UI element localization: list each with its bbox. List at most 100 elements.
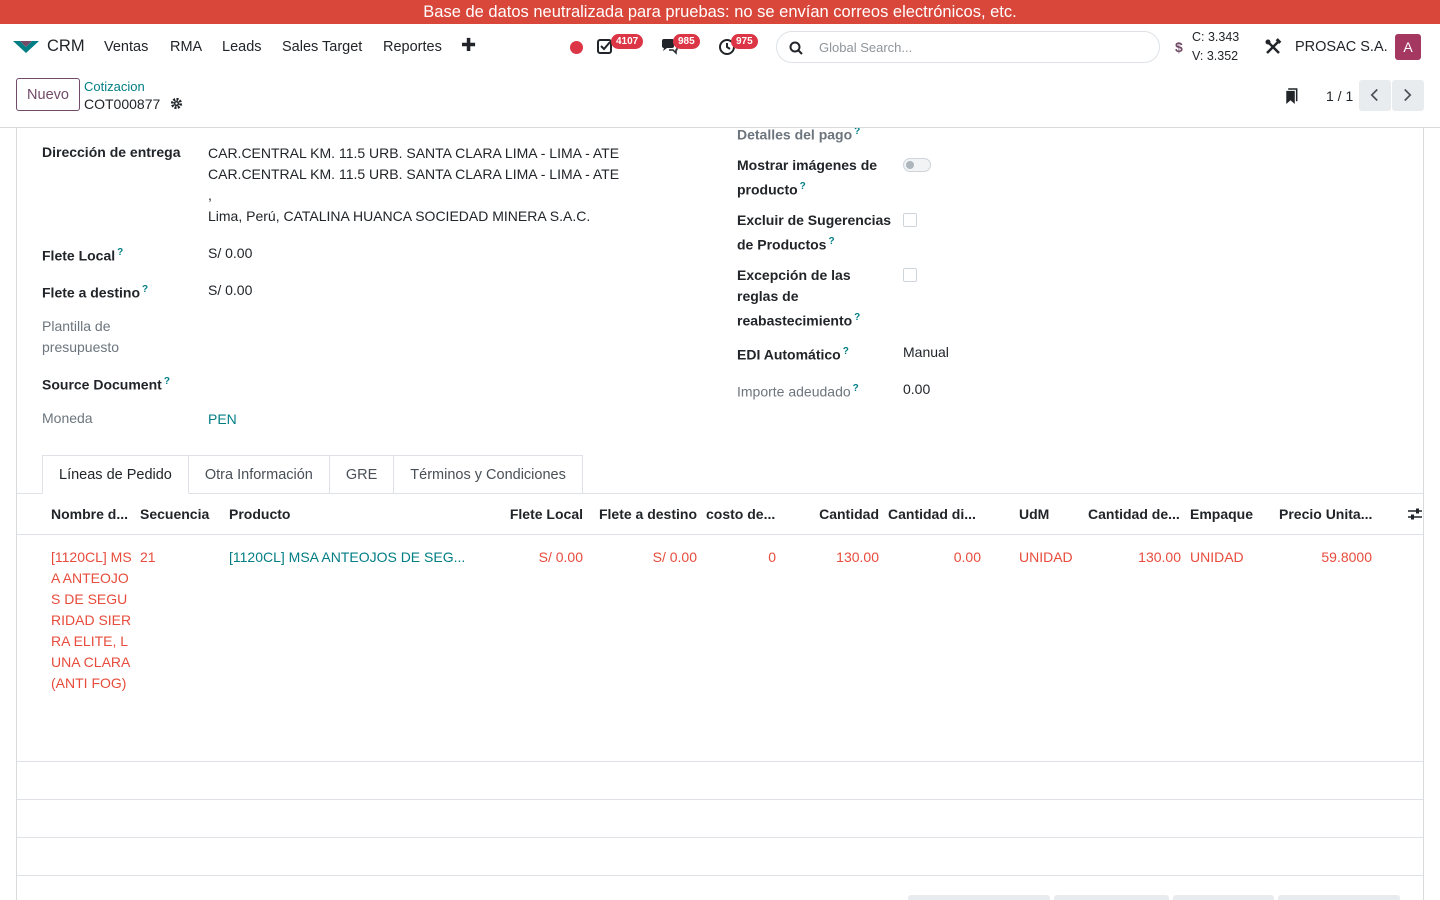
footer-button[interactable]	[908, 895, 1050, 900]
help-icon[interactable]: ?	[828, 236, 834, 247]
tab-other-info[interactable]: Otra Información	[188, 455, 330, 494]
help-icon[interactable]: ?	[142, 284, 148, 295]
flete-destino-value[interactable]: S/ 0.00	[208, 280, 252, 301]
activities-badge: 4107	[611, 34, 644, 49]
help-icon[interactable]: ?	[117, 247, 123, 258]
column-header[interactable]: Cantidad di...	[888, 506, 976, 522]
help-icon[interactable]: ?	[800, 181, 806, 192]
line-costo[interactable]: 0	[706, 547, 776, 568]
footer-button[interactable]	[1278, 895, 1400, 900]
column-header[interactable]: Producto	[229, 506, 290, 522]
help-icon[interactable]: ?	[843, 346, 849, 357]
app-name[interactable]: CRM	[47, 37, 85, 56]
label-line: Mostrar imágenes de	[737, 157, 878, 173]
new-button[interactable]: Nuevo	[16, 78, 80, 111]
tab-terms[interactable]: Términos y Condiciones	[394, 455, 583, 494]
amount-due-label: Importe adeudado?	[737, 383, 859, 400]
column-header[interactable]: Precio Unita...	[1279, 506, 1372, 522]
menu-rma[interactable]: RMA	[170, 39, 202, 55]
neutralized-db-banner: Base de datos neutralizada para pruebas:…	[0, 0, 1440, 24]
footer-button[interactable]	[1054, 895, 1169, 900]
table-row[interactable]: [1120CL] MSA ANTEOJOS DE SEGURIDAD SIERR…	[17, 535, 1423, 762]
toggle-knob	[906, 161, 914, 169]
label-line: producto	[737, 181, 798, 198]
form-sheet: Dirección de entrega CAR.CENTRAL KM. 11.…	[16, 128, 1424, 900]
main-navbar: CRM Ventas RMA Leads Sales Target Report…	[0, 24, 1440, 70]
chevron-left-icon	[1370, 88, 1378, 102]
label-line: Excepción de las	[737, 267, 851, 283]
company-switcher[interactable]: PROSAC S.A.	[1295, 39, 1388, 55]
line-sequence[interactable]: 21	[140, 547, 156, 568]
exclude-suggestions-checkbox[interactable]	[903, 213, 917, 227]
breadcrumb-current: COT000877	[84, 96, 161, 112]
plantilla-label-line: Plantilla de	[42, 318, 111, 334]
column-settings-icon[interactable]	[1407, 507, 1423, 521]
tab-order-lines[interactable]: Líneas de Pedido	[42, 455, 189, 494]
rate-sell: V: 3.352	[1192, 49, 1239, 63]
global-search[interactable]	[776, 31, 1160, 63]
order-lines-header: Nombre d... Secuencia Producto Flete Loc…	[17, 494, 1423, 535]
pager-value[interactable]: 1 / 1	[1326, 88, 1353, 104]
source-document-label: Source Document?	[42, 376, 170, 393]
bookmark-icon[interactable]	[1284, 88, 1298, 105]
help-icon[interactable]: ?	[853, 383, 859, 394]
plus-icon[interactable]: ✚	[461, 35, 476, 56]
replenishment-exception-checkbox[interactable]	[903, 268, 917, 282]
label-line: Excluir de Sugerencias	[737, 212, 892, 228]
search-icon	[789, 41, 803, 55]
record-dot-icon[interactable]	[570, 41, 583, 54]
line-description[interactable]: [1120CL] MSA ANTEOJOS DE SEGURIDAD SIERR…	[51, 547, 133, 694]
help-icon[interactable]: ?	[854, 312, 860, 323]
exchange-rates[interactable]: C: 3.343 V: 3.352	[1192, 28, 1239, 66]
show-product-images-label: Mostrar imágenes de producto?	[737, 155, 877, 201]
delivery-line-1: CAR.CENTRAL KM. 11.5 URB. SANTA CLARA LI…	[208, 145, 620, 161]
pager-previous-button[interactable]	[1359, 80, 1391, 111]
line-cantidad-disponible[interactable]: 0.00	[888, 547, 981, 568]
breadcrumb-parent[interactable]: Cotizacion	[84, 79, 145, 94]
column-header[interactable]: Flete Local	[502, 506, 583, 522]
line-flete-local[interactable]: S/ 0.00	[502, 547, 583, 568]
line-product[interactable]: [1120CL] MSA ANTEOJOS DE SEG...	[229, 547, 465, 568]
menu-ventas[interactable]: Ventas	[104, 39, 148, 55]
menu-reportes[interactable]: Reportes	[383, 39, 442, 55]
edi-automatic-label: EDI Automático?	[737, 346, 849, 363]
line-cantidad-de[interactable]: 130.00	[1088, 547, 1181, 568]
menu-sales-target[interactable]: Sales Target	[282, 39, 362, 55]
show-product-images-toggle[interactable]	[903, 158, 931, 172]
control-panel: Nuevo Cotizacion COT000877 1 / 1	[0, 70, 1440, 128]
help-icon[interactable]: ?	[854, 128, 860, 137]
table-row-empty	[17, 800, 1423, 838]
delivery-address-value[interactable]: CAR.CENTRAL KM. 11.5 URB. SANTA CLARA LI…	[208, 143, 619, 227]
line-udm[interactable]: UNIDAD	[1019, 547, 1073, 568]
tab-gre[interactable]: GRE	[329, 455, 395, 494]
exchange-rate-symbol[interactable]: $	[1175, 39, 1183, 55]
column-header[interactable]: Flete a destino	[593, 506, 697, 522]
user-avatar[interactable]: A	[1395, 34, 1421, 60]
tools-icon[interactable]	[1264, 38, 1282, 56]
moneda-label: Moneda	[42, 410, 93, 426]
global-search-input[interactable]	[819, 38, 1139, 56]
column-header[interactable]: costo de...	[706, 506, 775, 522]
line-flete-destino[interactable]: S/ 0.00	[593, 547, 697, 568]
edi-automatic-value[interactable]: Manual	[903, 342, 949, 363]
column-header[interactable]: UdM	[1019, 506, 1049, 522]
pager-next-button[interactable]	[1392, 80, 1424, 111]
gear-icon[interactable]	[170, 97, 183, 110]
rate-buy: C: 3.343	[1192, 30, 1240, 44]
footer-button[interactable]	[1173, 895, 1274, 900]
column-header[interactable]: Cantidad de...	[1088, 506, 1180, 522]
flete-local-value[interactable]: S/ 0.00	[208, 243, 252, 264]
moneda-value[interactable]: PEN	[208, 409, 237, 430]
app-logo-icon[interactable]	[12, 38, 40, 56]
notebook-tabs: Líneas de Pedido Otra Información GRE Té…	[42, 455, 583, 494]
line-precio-unitario[interactable]: 59.8000	[1279, 547, 1372, 568]
column-header[interactable]: Empaque	[1190, 506, 1253, 522]
line-cantidad[interactable]: 130.00	[809, 547, 879, 568]
column-header[interactable]: Cantidad	[809, 506, 879, 522]
menu-leads[interactable]: Leads	[222, 39, 262, 55]
label-line: de Productos	[737, 236, 827, 253]
help-icon[interactable]: ?	[164, 376, 170, 387]
column-header[interactable]: Nombre d...	[51, 506, 128, 522]
line-empaque[interactable]: UNIDAD	[1190, 547, 1244, 568]
column-header[interactable]: Secuencia	[140, 506, 209, 522]
